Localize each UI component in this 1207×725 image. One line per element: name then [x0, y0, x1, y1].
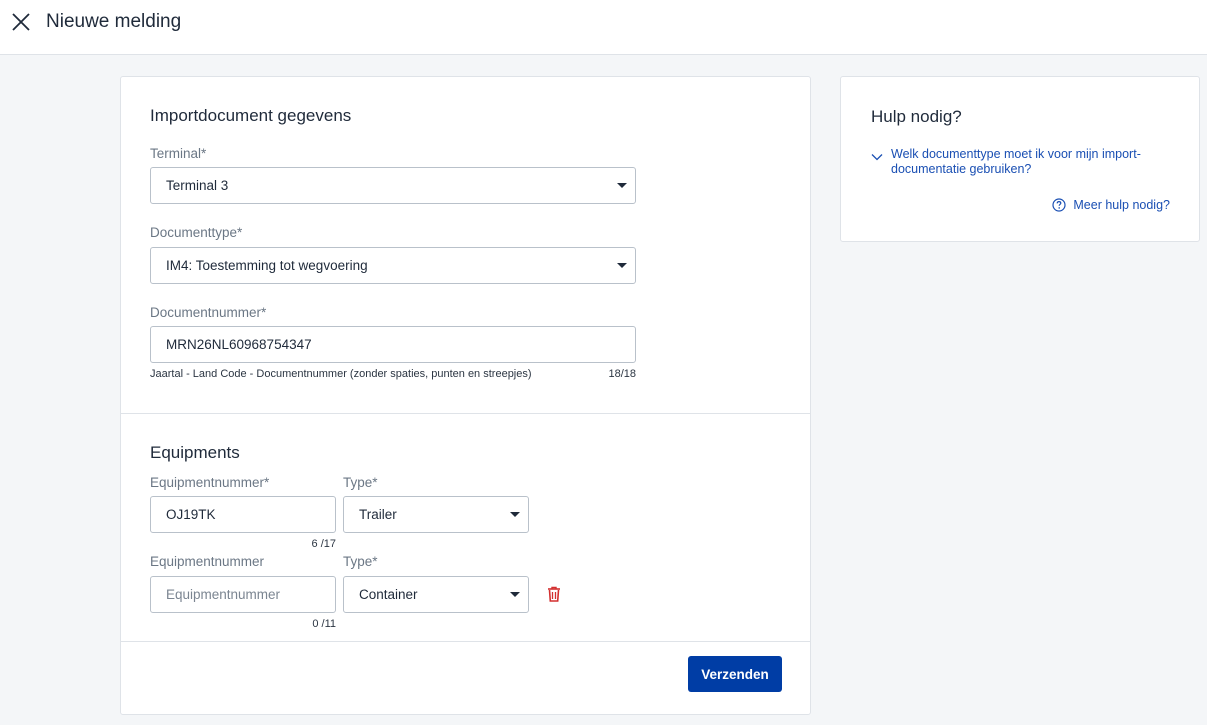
- question-circle-icon: [1052, 198, 1066, 212]
- documentnummer-field[interactable]: [150, 326, 636, 363]
- equipment-type-value: Trailer: [359, 507, 397, 522]
- caret-down-icon: [510, 512, 520, 517]
- more-help-link[interactable]: Meer hulp nodig?: [1052, 197, 1170, 213]
- documentnummer-label: Documentnummer*: [150, 305, 267, 320]
- documentnummer-input[interactable]: [166, 327, 635, 362]
- equipmentnummer-field[interactable]: [150, 576, 336, 613]
- documenttype-label: Documenttype*: [150, 225, 243, 240]
- equipmentnummer-counter: 6 /17: [311, 538, 336, 550]
- close-icon[interactable]: [9, 10, 33, 34]
- terminal-value: Terminal 3: [166, 178, 229, 193]
- caret-down-icon: [617, 263, 627, 268]
- chevron-down-icon: [871, 154, 883, 161]
- form-card: Importdocument gegevens Terminal* Termin…: [120, 76, 811, 715]
- top-bar: Nieuwe melding: [0, 0, 1207, 55]
- import-section-title: Importdocument gegevens: [150, 106, 352, 125]
- more-help-label: Meer hulp nodig?: [1073, 198, 1170, 212]
- equipment-type-select[interactable]: Trailer: [343, 496, 529, 533]
- type-label: Type*: [343, 475, 378, 490]
- equipmentnummer-label: Equipmentnummer: [150, 554, 265, 569]
- documenttype-select[interactable]: IM4: Toestemming tot wegvoering: [150, 247, 636, 284]
- equipment-type-value: Container: [359, 587, 418, 602]
- documentnummer-counter: 18/18: [608, 368, 636, 380]
- terminal-label: Terminal*: [150, 146, 207, 161]
- submit-button[interactable]: Verzenden: [688, 656, 782, 692]
- help-title: Hulp nodig?: [871, 107, 962, 126]
- page-title: Nieuwe melding: [46, 11, 182, 32]
- type-label: Type*: [343, 554, 378, 569]
- faq-question: Welk documenttype moet ik voor mijn impo…: [891, 147, 1141, 176]
- equipmentnummer-counter: 0 /11: [312, 618, 336, 630]
- section-divider: [121, 413, 810, 414]
- caret-down-icon: [510, 592, 520, 597]
- terminal-select[interactable]: Terminal 3: [150, 167, 636, 204]
- trash-icon[interactable]: [546, 585, 562, 603]
- documenttype-value: IM4: Toestemming tot wegvoering: [166, 258, 368, 273]
- equipmentnummer-input[interactable]: [166, 497, 335, 532]
- documentnummer-hint: Jaartal - Land Code - Documentnummer (zo…: [150, 368, 532, 380]
- footer-divider: [121, 641, 810, 642]
- equipmentnummer-input[interactable]: [166, 577, 335, 612]
- equipments-title: Equipments: [150, 443, 240, 462]
- caret-down-icon: [617, 183, 627, 188]
- help-card: Hulp nodig? Welk documenttype moet ik vo…: [840, 76, 1200, 242]
- equipment-type-select[interactable]: Container: [343, 576, 529, 613]
- equipmentnummer-field[interactable]: [150, 496, 336, 533]
- equipmentnummer-label: Equipmentnummer*: [150, 475, 270, 490]
